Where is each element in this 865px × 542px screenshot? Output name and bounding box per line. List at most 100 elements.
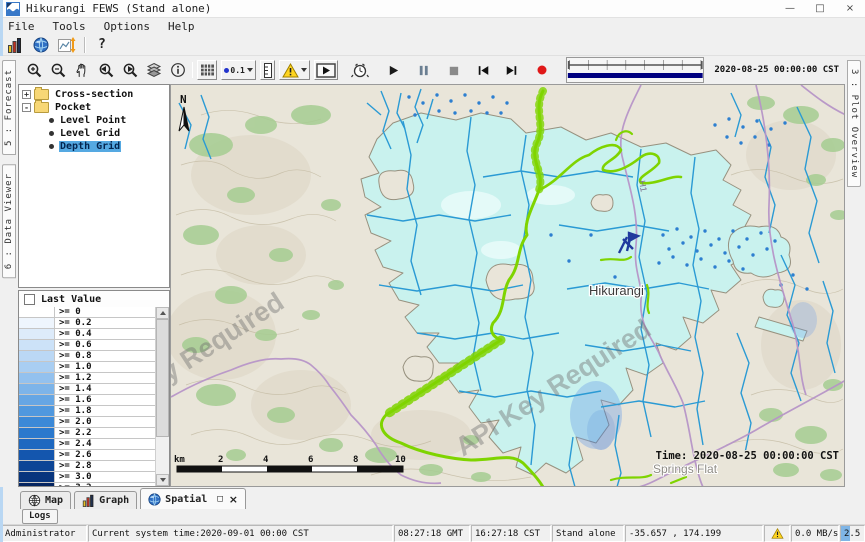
legend-swatch xyxy=(19,461,55,471)
legend-label: >= 0.6 xyxy=(55,340,92,350)
skip-to-end-button[interactable] xyxy=(502,60,522,80)
legend-row[interactable]: >= 0 xyxy=(19,307,156,318)
layers-icon[interactable] xyxy=(144,60,164,80)
play-button[interactable] xyxy=(384,60,404,80)
tab-graph[interactable]: Graph xyxy=(74,491,137,509)
legend-row[interactable]: >= 0.4 xyxy=(19,329,156,340)
tree-item-label: Cross-section xyxy=(54,89,134,100)
legend-label: >= 1.4 xyxy=(55,384,92,394)
warning-icon xyxy=(771,528,784,539)
legend-row[interactable]: >= 0.6 xyxy=(19,340,156,351)
legend-row[interactable]: >= 1.6 xyxy=(19,395,156,406)
chevron-down-icon xyxy=(301,68,307,72)
status-coordinates: -35.657 , 174.199 xyxy=(625,525,763,542)
scroll-down-button[interactable] xyxy=(156,474,169,486)
tab-data-viewer[interactable]: 6 : Data Viewer xyxy=(2,164,16,278)
status-gmt-time: 08:27:18 GMT xyxy=(394,525,470,542)
bullet-icon xyxy=(49,144,54,149)
logs-button[interactable]: Logs xyxy=(22,509,58,524)
record-button[interactable] xyxy=(532,60,552,80)
legend-row[interactable]: >= 2.2 xyxy=(19,428,156,439)
map-time-label: Time: 2020-08-25 00:00:00 CST xyxy=(656,450,839,462)
close-button[interactable]: × xyxy=(835,0,865,17)
legend-row[interactable]: >= 1.8 xyxy=(19,406,156,417)
legend-row[interactable]: >= 1.4 xyxy=(19,384,156,395)
info-icon[interactable] xyxy=(168,60,188,80)
legend-row[interactable]: >= 3.0 xyxy=(19,472,156,483)
svg-text:4: 4 xyxy=(263,455,269,465)
database-chart-button[interactable] xyxy=(6,36,24,53)
legend-row[interactable]: >= 1.0 xyxy=(19,362,156,373)
status-warning[interactable] xyxy=(764,525,790,542)
tree-item-label: Level Point xyxy=(59,115,127,126)
tree-item-pocket[interactable]: -Pocket xyxy=(19,101,169,114)
warning-dropdown[interactable] xyxy=(279,60,310,80)
folder-icon xyxy=(34,89,49,100)
tab-spatial-label: Spatial xyxy=(165,494,207,505)
tab-close-icon[interactable]: × xyxy=(229,493,238,506)
legend-label: >= 3.0 xyxy=(55,472,92,482)
legend-swatch xyxy=(19,428,55,438)
last-value-checkbox[interactable] xyxy=(24,294,35,305)
tab-restore-icon[interactable]: □ xyxy=(217,494,222,504)
help-button[interactable]: ? xyxy=(94,37,110,52)
road-label: H1 xyxy=(637,180,649,193)
window-title: Hikurangi FEWS (Stand alone) xyxy=(26,2,211,15)
zoom-in-icon[interactable] xyxy=(24,60,44,80)
tree-item-depth-grid[interactable]: Depth Grid xyxy=(19,140,169,153)
legend-swatch xyxy=(19,340,55,350)
legend-row[interactable]: >= 2.6 xyxy=(19,450,156,461)
spatial-display-button[interactable] xyxy=(32,36,50,53)
tab-plot-overview[interactable]: 3 : Plot Overview xyxy=(847,60,861,187)
zoom-previous-icon[interactable] xyxy=(96,60,116,80)
title-bar: Hikurangi FEWS (Stand alone) — □ × xyxy=(0,0,865,18)
menu-item-help[interactable]: Help xyxy=(168,20,195,33)
tree-expander[interactable]: - xyxy=(22,103,31,112)
legend-row[interactable]: >= 0.2 xyxy=(19,318,156,329)
north-label: N xyxy=(180,93,187,106)
skip-to-start-button[interactable] xyxy=(474,60,494,80)
right-tab-strip: 3 : Plot Overview xyxy=(845,56,865,487)
legend-label: >= 2.8 xyxy=(55,461,92,471)
map-view[interactable]: Hikurangi Springs Flat H1 API Key Requir… xyxy=(170,84,845,487)
tab-spatial[interactable]: Spatial □ × xyxy=(140,488,246,509)
legend-row[interactable]: >= 0.8 xyxy=(19,351,156,362)
animation-dialog-button[interactable] xyxy=(314,60,338,80)
legend-row[interactable]: >= 3.2 xyxy=(19,483,156,486)
tab-map-label: Map xyxy=(45,495,63,506)
tree-item-label: Depth Grid xyxy=(59,141,121,152)
legend-scrollbar[interactable] xyxy=(155,307,169,486)
pause-button[interactable] xyxy=(414,60,434,80)
contour-threshold-dropdown[interactable]: 0.1 xyxy=(221,60,255,80)
tab-forecast[interactable]: 5 : Forecast xyxy=(2,60,16,155)
zoom-next-icon[interactable] xyxy=(120,60,140,80)
grid-display-button[interactable] xyxy=(197,60,217,80)
legend-row[interactable]: >= 2.4 xyxy=(19,439,156,450)
menu-item-file[interactable]: File xyxy=(8,20,35,33)
maximize-button[interactable]: □ xyxy=(805,0,835,17)
scroll-up-button[interactable] xyxy=(156,307,169,319)
minimize-button[interactable]: — xyxy=(775,0,805,17)
stop-button[interactable] xyxy=(444,60,464,80)
scale-unit: km xyxy=(174,455,185,465)
menu-item-tools[interactable]: Tools xyxy=(53,20,86,33)
animation-interval-icon[interactable] xyxy=(350,60,370,80)
tree-expander[interactable]: + xyxy=(22,90,31,99)
scroll-thumb[interactable] xyxy=(156,319,169,437)
scale-ruler-button[interactable] xyxy=(260,60,275,80)
time-slider[interactable] xyxy=(566,57,705,83)
layers-tree-panel: + Cross-section-PocketLevel PointLevel Gr… xyxy=(18,84,170,288)
legend-swatch xyxy=(19,483,55,486)
triangle-up-icon xyxy=(160,311,166,315)
legend-row[interactable]: >= 2.0 xyxy=(19,417,156,428)
pan-hand-icon[interactable] xyxy=(72,60,92,80)
legend-swatch xyxy=(19,384,55,394)
tab-map[interactable]: Map xyxy=(20,491,71,509)
menu-item-options[interactable]: Options xyxy=(104,20,150,33)
tree-item-level-point[interactable]: Level Point xyxy=(19,114,169,127)
tree-item-level-grid[interactable]: Level Grid xyxy=(19,127,169,140)
timeseries-dialog-button[interactable] xyxy=(58,36,76,53)
legend-row[interactable]: >= 1.2 xyxy=(19,373,156,384)
legend-row[interactable]: >= 2.8 xyxy=(19,461,156,472)
zoom-out-icon[interactable] xyxy=(48,60,68,80)
